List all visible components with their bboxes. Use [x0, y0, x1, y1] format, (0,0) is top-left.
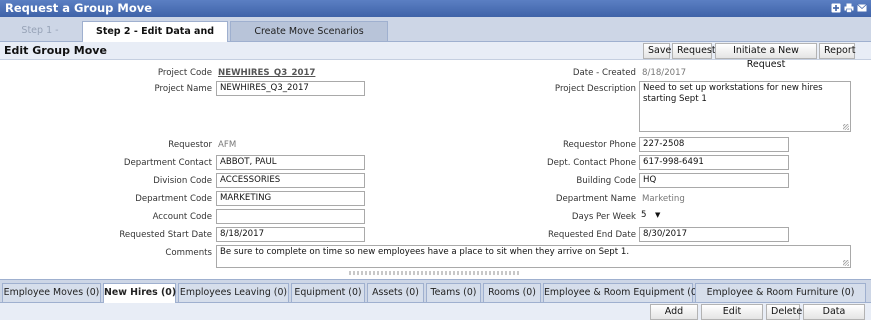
resize-grip-icon[interactable] — [843, 124, 849, 130]
window-title: Request a Group Move — [5, 1, 153, 15]
requestor-label: Requestor — [168, 140, 212, 150]
department-name-value: Marketing — [642, 194, 685, 204]
requestor-value: AFM — [218, 140, 237, 150]
add-move-button[interactable]: Add Move — [650, 304, 698, 320]
days-per-week-select[interactable]: 5 ▼ — [641, 208, 665, 223]
date-created-value: 8/18/2017 — [642, 68, 687, 78]
initiate-new-request-button[interactable]: Initiate a New Request — [715, 43, 817, 70]
panel-header: Edit Group Move Save Request Initiate a … — [0, 42, 871, 70]
project-code-value[interactable]: NEWHIRES_Q3_2017 — [218, 67, 315, 79]
panel-title: Edit Group Move — [4, 44, 107, 57]
delete-button[interactable]: Delete — [766, 304, 802, 320]
requested-end-date-label: Requested End Date — [548, 230, 636, 240]
print-icon[interactable] — [844, 3, 854, 13]
tab-assets[interactable]: Assets (0) — [367, 283, 424, 303]
account-code-input[interactable] — [216, 209, 365, 224]
date-created-label: Date - Created — [572, 68, 636, 78]
requested-start-date-input[interactable]: 8/18/2017 — [216, 227, 365, 242]
tab-create-move-scenarios[interactable]: Create Move Scenarios (Optional) — [230, 21, 388, 57]
account-code-label: Account Code — [152, 212, 212, 222]
division-code-label: Division Code — [153, 176, 212, 186]
project-code-label: Project Code — [157, 68, 212, 78]
panel-splitter-handle[interactable] — [349, 271, 519, 275]
comments-label: Comments — [165, 248, 212, 258]
resize-grip-icon[interactable] — [843, 260, 849, 266]
tab-equipment[interactable]: Equipment (0) — [291, 283, 365, 303]
chevron-down-icon: ▼ — [655, 211, 661, 219]
tab-employees-leaving[interactable]: Employees Leaving (0) — [178, 283, 289, 303]
tab-rooms[interactable]: Rooms (0) — [483, 283, 541, 303]
department-contact-input[interactable]: ABBOT, PAUL — [216, 155, 365, 170]
building-code-input[interactable]: HQ — [639, 173, 789, 188]
project-name-label: Project Name — [154, 84, 213, 94]
dept-contact-phone-label: Dept. Contact Phone — [547, 158, 636, 168]
tab-teams[interactable]: Teams (0) — [426, 283, 481, 303]
requestor-phone-input[interactable]: 227-2508 — [639, 137, 789, 152]
bottom-toolbar: Add Move Edit Multiple Delete Data Trans… — [0, 303, 871, 320]
comments-text: Be sure to complete on time so new emplo… — [220, 247, 630, 257]
tab-employee-moves[interactable]: Employee Moves (0) — [2, 283, 101, 303]
edit-multiple-button[interactable]: Edit Multiple — [701, 304, 763, 320]
project-description-label: Project Description — [554, 84, 636, 94]
requested-end-date-input[interactable]: 8/30/2017 — [639, 227, 789, 242]
division-code-input[interactable]: ACCESSORIES — [216, 173, 365, 188]
tab-new-hires[interactable]: New Hires (0) — [103, 283, 176, 304]
save-button[interactable]: Save — [643, 43, 671, 59]
data-transfer-button[interactable]: Data Transfer — [803, 304, 865, 320]
days-per-week-label: Days Per Week — [571, 212, 636, 222]
comments-textarea[interactable]: Be sure to complete on time so new emplo… — [216, 245, 851, 268]
tab-step-2-edit-data[interactable]: Step 2 - Edit Data and Request — [82, 21, 228, 57]
email-icon[interactable] — [857, 3, 867, 13]
project-description-textarea[interactable]: Need to set up workstations for new hire… — [639, 81, 851, 132]
dept-contact-phone-input[interactable]: 617-998-6491 — [639, 155, 789, 170]
tab-employee-room-furniture[interactable]: Employee & Room Furniture (0) — [695, 283, 866, 303]
add-icon[interactable] — [831, 3, 841, 13]
report-button[interactable]: Report — [819, 43, 856, 59]
department-code-input[interactable]: MARKETING — [216, 191, 365, 206]
project-name-input[interactable]: NEWHIRES_Q3_2017 — [216, 81, 365, 96]
move-detail-tab-strip: Employee Moves (0) New Hires (0) Employe… — [0, 279, 871, 304]
tab-step-1-initiate: Step 1 - Initiate — [21, 25, 59, 56]
days-per-week-value: 5 — [641, 210, 647, 220]
requested-start-date-label: Requested Start Date — [119, 230, 212, 240]
tab-employee-room-equipment[interactable]: Employee & Room Equipment (0) — [543, 283, 701, 303]
step-tab-strip: Step 1 - Initiate Step 2 - Edit Data and… — [0, 17, 871, 57]
requestor-phone-label: Requestor Phone — [562, 140, 636, 150]
window-titlebar: Request a Group Move — [0, 0, 871, 17]
department-code-label: Department Code — [135, 194, 212, 204]
request-button[interactable]: Request — [672, 43, 716, 59]
department-name-label: Department Name — [555, 194, 636, 204]
project-description-text: Need to set up workstations for new hire… — [643, 83, 823, 104]
building-code-label: Building Code — [576, 176, 636, 186]
department-contact-label: Department Contact — [123, 158, 212, 168]
